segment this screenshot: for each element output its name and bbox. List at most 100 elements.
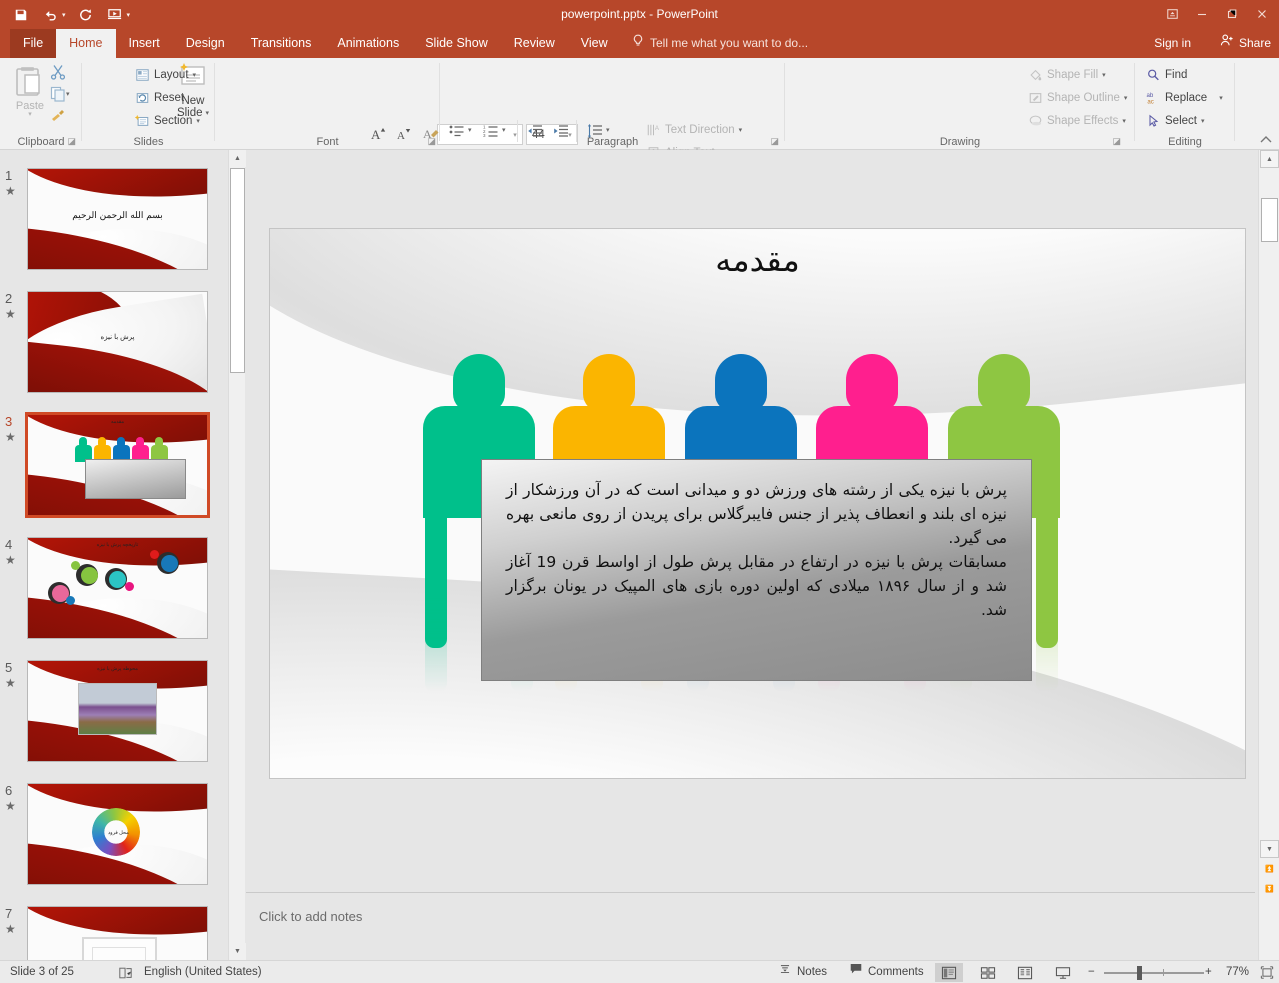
zoom-percentage[interactable]: 77% (1220, 961, 1255, 983)
tab-transitions[interactable]: Transitions (238, 29, 325, 58)
shape-effects-label: Shape Effects (1047, 115, 1118, 127)
tab-file[interactable]: File (10, 29, 56, 58)
zoom-slider-track[interactable] (1104, 972, 1204, 974)
drawing-dialog-launcher[interactable]: ◪ (1112, 136, 1121, 147)
main-vertical-scrollbar[interactable]: ▲ ▼ ⏫ ⏬ (1258, 150, 1279, 960)
thumbnail-row-4[interactable]: 4 ★ تاریخچه پرش با نیزه (0, 535, 228, 658)
zoom-in-button[interactable]: + (1199, 961, 1218, 983)
thumbnail-row-3[interactable]: 3 ★ مقدمه (0, 412, 228, 535)
select-dropdown-icon[interactable]: ▾ (1201, 117, 1205, 125)
window-controls (1157, 1, 1277, 27)
tab-animations[interactable]: Animations (324, 29, 412, 58)
language-indicator[interactable]: English (United States) (138, 961, 268, 983)
view-slide-sorter-button[interactable] (974, 963, 1002, 982)
layout-dropdown-icon[interactable]: ▾ (193, 71, 197, 79)
slide-title[interactable]: مقدمه (270, 241, 1245, 279)
slide-thumbnail-5[interactable]: محوطه پرش با نیزه (27, 660, 208, 762)
tab-view[interactable]: View (568, 29, 621, 58)
next-slide-icon[interactable]: ⏬ (1260, 880, 1279, 898)
slide-thumbnail-7[interactable] (27, 906, 208, 960)
view-reading-button[interactable] (1011, 963, 1039, 982)
clipboard-dialog-launcher[interactable]: ◪ (67, 136, 76, 147)
replace-dropdown-icon[interactable]: ▾ (1219, 94, 1223, 102)
tell-me-search[interactable]: Tell me what you want to do... (632, 29, 808, 58)
shape-effects-dropdown-icon[interactable]: ▾ (1122, 117, 1126, 125)
section-dropdown-icon[interactable]: ▾ (196, 117, 200, 125)
shape-outline-button[interactable]: Shape Outline ▾ (1025, 87, 1130, 109)
thumbnail-row-2[interactable]: 2 ★ پرش با نیزه (0, 289, 228, 412)
tab-slide-show[interactable]: Slide Show (412, 29, 501, 58)
thumbnail-scroll-down-icon[interactable]: ▼ (229, 943, 246, 960)
share-button[interactable]: Share (1220, 29, 1271, 58)
zoom-out-button[interactable]: − (1082, 961, 1101, 983)
format-painter-icon[interactable] (46, 106, 70, 126)
cut-icon[interactable] (46, 62, 70, 82)
close-button[interactable] (1247, 1, 1277, 27)
thumbnail-3-text: مقدمه (28, 419, 207, 425)
thumbnail-row-5[interactable]: 5 ★ محوطه پرش با نیزه (0, 658, 228, 781)
thumbnail-scroll-thumb[interactable] (230, 168, 245, 373)
shape-outline-dropdown-icon[interactable]: ▾ (1124, 94, 1128, 102)
maximize-restore-button[interactable] (1217, 1, 1247, 27)
slide-thumbnail-4[interactable]: تاریخچه پرش با نیزه (27, 537, 208, 639)
font-dialog-launcher[interactable]: ◪ (427, 136, 436, 147)
copy-dropdown-icon[interactable]: ▾ (66, 90, 70, 98)
shape-fill-dropdown-icon[interactable]: ▾ (1102, 71, 1106, 79)
window-title: powerpoint.pptx - PowerPoint (0, 0, 1279, 29)
minimize-button[interactable] (1187, 1, 1217, 27)
thumbnail-row-7[interactable]: 7 ★ (0, 904, 228, 960)
spell-check-icon[interactable] (112, 961, 139, 983)
animation-star-icon: ★ (5, 676, 16, 690)
bullets-dropdown-icon[interactable]: ▾ (468, 126, 472, 134)
current-slide[interactable]: مقدمه (269, 228, 1246, 779)
slide-thumbnail-1[interactable]: بسم الله الرحمن الرحیم (27, 168, 208, 270)
line-spacing-dropdown-icon[interactable]: ▾ (606, 126, 610, 134)
section-button[interactable]: Section ▾ (132, 110, 203, 132)
find-button[interactable]: Find (1143, 64, 1190, 86)
shape-effects-button[interactable]: Shape Effects ▾ (1025, 110, 1129, 132)
thumbnail-scroll-up-icon[interactable]: ▲ (229, 150, 246, 167)
comments-button[interactable]: Comments (843, 961, 930, 983)
notes-pane[interactable]: Click to add notes (246, 892, 1255, 960)
ribbon-display-options-icon[interactable] (1157, 1, 1187, 27)
layout-button[interactable]: Layout ▾ (132, 64, 199, 86)
previous-slide-icon[interactable]: ⏫ (1260, 860, 1279, 878)
tab-insert[interactable]: Insert (116, 29, 173, 58)
thumbnail-pane-scrollbar[interactable]: ▲ ▼ (228, 150, 245, 960)
tab-home[interactable]: Home (56, 29, 115, 58)
text-direction-label: Text Direction (665, 124, 735, 136)
zoom-slider-handle[interactable] (1137, 966, 1142, 980)
slide-counter[interactable]: Slide 3 of 25 (4, 961, 80, 983)
select-button[interactable]: Select ▾ (1143, 110, 1207, 132)
view-normal-button[interactable] (935, 963, 963, 982)
text-direction-dropdown-icon[interactable]: ▾ (739, 126, 743, 134)
shape-fill-button[interactable]: Shape Fill ▾ (1025, 64, 1109, 86)
tab-design[interactable]: Design (173, 29, 238, 58)
notes-button[interactable]: Notes (772, 961, 833, 983)
slide-thumbnail-2[interactable]: پرش با نیزه (27, 291, 208, 393)
thumbnail-row-6[interactable]: 6 ★ محل فرود (0, 781, 228, 904)
zoom-slider-tick (1163, 969, 1164, 976)
scroll-down-icon[interactable]: ▼ (1260, 840, 1279, 858)
main-scroll-thumb[interactable] (1261, 198, 1278, 242)
reset-button[interactable]: Reset (132, 87, 187, 109)
collapse-ribbon-icon[interactable] (1259, 135, 1273, 148)
slide-thumbnail-6[interactable]: محل فرود (27, 783, 208, 885)
paste-dropdown-icon[interactable]: ▾ (28, 112, 32, 118)
slide-thumbnail-pane[interactable]: 1 ★ بسم الله الرحمن الرحیم 2 ★ پرش با نی… (0, 150, 228, 960)
tab-review[interactable]: Review (501, 29, 568, 58)
thumbnail-2-text: پرش با نیزه (28, 333, 207, 341)
group-label-drawing: Drawing (785, 136, 1135, 148)
thumbnail-row-1[interactable]: 1 ★ بسم الله الرحمن الرحیم (0, 166, 228, 289)
slide-body-textbox[interactable]: پرش با نیزه یکی از رشته های ورزش دو و می… (481, 459, 1032, 681)
slide-thumbnail-3[interactable]: مقدمه (25, 412, 210, 518)
sign-in-button[interactable]: Sign in (1154, 29, 1191, 58)
replace-button[interactable]: abac Replace ▾ (1143, 87, 1226, 109)
new-slide-dropdown-icon[interactable]: ▾ (206, 109, 210, 117)
view-slide-show-button[interactable] (1049, 963, 1077, 982)
notes-placeholder[interactable]: Click to add notes (259, 909, 362, 924)
fit-slide-to-window-button[interactable] (1254, 961, 1279, 983)
numbering-dropdown-icon[interactable]: ▾ (502, 126, 506, 134)
scroll-up-icon[interactable]: ▲ (1260, 150, 1279, 168)
paragraph-dialog-launcher[interactable]: ◪ (770, 136, 779, 147)
